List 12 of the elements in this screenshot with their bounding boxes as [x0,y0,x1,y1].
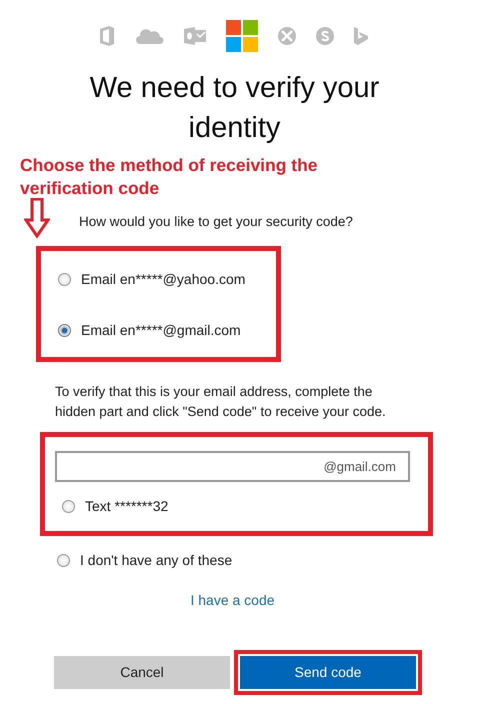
option-label[interactable]: Text *******32 [85,496,168,518]
question-text: How would you like to get your security code? [79,213,354,231]
option-label[interactable]: Email en*****@yahoo.com [81,269,246,290]
instruction-text: To verify that this is your email address, complete the hidden part and click "Send code" to receive your code. [55,383,387,422]
send-code-button[interactable]: Send code [240,656,416,690]
email-field[interactable]: @gmail.com [55,451,410,482]
page-title: We need to verify your identity [88,71,380,146]
option-label[interactable]: Email en*****@gmail.com [81,320,241,342]
option-label[interactable]: I don't have any of these [80,550,232,572]
annotation-text: Choose the method of receiving the verification code [20,154,319,200]
have-code-link[interactable]: I have a code [190,592,275,608]
cancel-button[interactable]: Cancel [54,656,230,690]
